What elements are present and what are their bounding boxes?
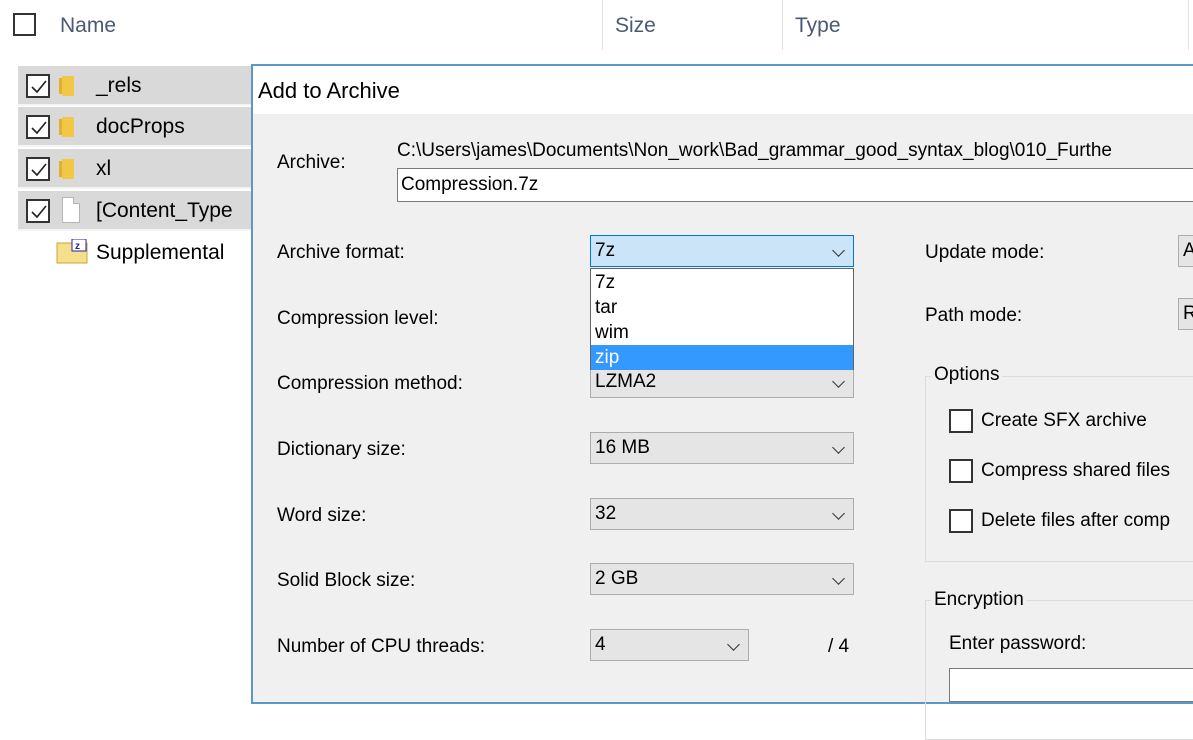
chevron-down-icon [832, 507, 845, 520]
file-name: [Content_Type [96, 199, 233, 222]
dictionary-size-value: 16 MB [595, 437, 650, 458]
update-mode-value: A [1183, 240, 1193, 261]
solid-block-size-label: Solid Block size: [277, 570, 416, 591]
archive-name-value: Compression.7z [401, 174, 539, 195]
row-checkbox[interactable] [26, 199, 50, 223]
create-sfx-checkbox[interactable] [949, 409, 973, 433]
delete-after-checkbox[interactable] [949, 509, 973, 533]
chevron-down-icon [832, 572, 845, 585]
file-icon [62, 197, 80, 223]
chevron-down-icon [832, 244, 845, 257]
archive-format-dropdown: 7z tar wim zip [590, 268, 854, 370]
add-to-archive-dialog: Add to Archive Archive: C:\Users\james\D… [251, 64, 1193, 740]
file-name: Supplemental [96, 241, 225, 264]
column-divider[interactable] [602, 0, 603, 50]
column-header-name[interactable]: Name [60, 14, 116, 38]
cpu-threads-label: Number of CPU threads: [277, 636, 486, 657]
format-option-zip[interactable]: zip [591, 345, 853, 370]
row-checkbox[interactable] [26, 115, 50, 139]
word-size-value: 32 [595, 503, 617, 524]
file-row-content-types[interactable]: [Content_Type [18, 191, 258, 231]
path-mode-value: R [1183, 303, 1193, 324]
sort-caret-icon [297, 0, 314, 8]
word-size-label: Word size: [277, 505, 367, 526]
folder-icon [59, 76, 74, 96]
solid-block-size-value: 2 GB [595, 568, 639, 589]
format-option-wim[interactable]: wim [591, 320, 853, 345]
solid-block-size-select[interactable]: 2 GB [590, 563, 854, 595]
delete-after-label[interactable]: Delete files after comp [981, 510, 1170, 532]
password-input[interactable] [949, 668, 1193, 702]
dialog-title-bar[interactable]: Add to Archive [253, 66, 1193, 114]
row-checkbox[interactable] [26, 74, 50, 98]
archive-format-label: Archive format: [277, 242, 405, 263]
format-option-tar[interactable]: tar [591, 295, 853, 320]
archive-icon: z [56, 238, 88, 265]
archive-label: Archive: [277, 152, 346, 173]
archive-format-value: 7z [595, 240, 616, 261]
chevron-down-icon [832, 375, 845, 388]
path-mode-select[interactable]: R [1178, 298, 1193, 330]
folder-icon [59, 159, 74, 179]
column-header-size[interactable]: Size [615, 14, 656, 38]
chevron-down-icon [727, 638, 740, 651]
cpu-threads-select[interactable]: 4 [590, 629, 749, 661]
compress-shared-checkbox[interactable] [949, 459, 973, 483]
compression-method-select[interactable]: LZMA2 [590, 366, 854, 398]
dictionary-size-select[interactable]: 16 MB [590, 432, 854, 464]
update-mode-select[interactable]: A [1178, 235, 1193, 267]
folder-icon [59, 117, 74, 137]
cpu-threads-value: 4 [595, 634, 606, 655]
file-row-docprops[interactable]: docProps [18, 107, 258, 147]
archive-format-select[interactable]: 7z [590, 235, 854, 267]
archive-name-input[interactable]: Compression.7z [397, 168, 1193, 202]
update-mode-label: Update mode: [925, 242, 1045, 263]
select-all-checkbox[interactable] [13, 13, 36, 36]
encryption-title: Encryption [931, 589, 1027, 611]
create-sfx-label[interactable]: Create SFX archive [981, 410, 1147, 432]
path-mode-label: Path mode: [925, 305, 1023, 326]
compression-level-label: Compression level: [277, 308, 439, 329]
column-divider[interactable] [782, 0, 783, 50]
column-header-type[interactable]: Type [795, 14, 841, 38]
compression-method-label: Compression method: [277, 373, 463, 394]
word-size-select[interactable]: 32 [590, 498, 854, 530]
chevron-down-icon [832, 441, 845, 454]
row-checkbox[interactable] [26, 157, 50, 181]
archive-path-text: C:\Users\james\Documents\Non_work\Bad_gr… [397, 140, 1112, 161]
file-row-rels[interactable]: _rels [18, 66, 258, 106]
svg-text:z: z [75, 241, 80, 252]
column-divider[interactable] [1188, 0, 1189, 50]
cpu-threads-max: / 4 [828, 636, 850, 657]
compression-method-value: LZMA2 [595, 371, 657, 392]
password-label: Enter password: [949, 633, 1087, 654]
dictionary-size-label: Dictionary size: [277, 439, 406, 460]
format-option-7z[interactable]: 7z [591, 270, 853, 295]
file-row-supplemental[interactable]: z Supplemental [18, 233, 258, 273]
compress-shared-label[interactable]: Compress shared files [981, 460, 1170, 482]
file-name: _rels [96, 74, 142, 97]
file-name: xl [96, 157, 112, 180]
file-name: docProps [96, 115, 185, 138]
dialog-title: Add to Archive [258, 78, 400, 103]
file-row-xl[interactable]: xl [18, 149, 258, 189]
options-title: Options [931, 364, 1003, 386]
